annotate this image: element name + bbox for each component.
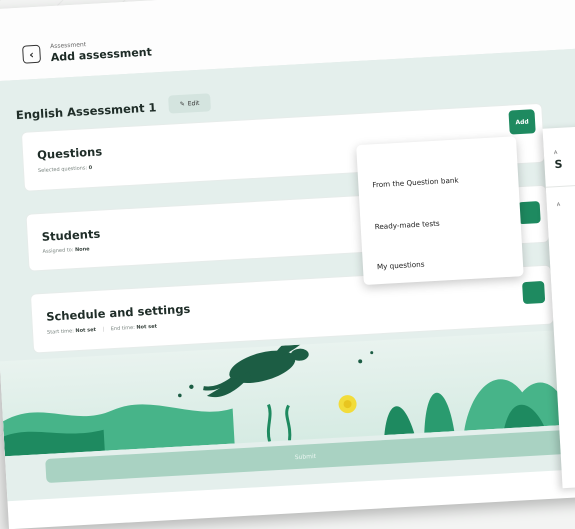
submit-label: Submit [294,452,317,461]
start-time-label: Start time: [46,328,75,336]
students-title: Students [41,226,101,244]
students-action-button[interactable] [517,201,541,225]
side-panel-label: A [556,201,561,209]
edit-label: Edit [187,99,200,108]
side-panel-breadcrumb: A [553,150,558,157]
chevron-left-icon: ‹ [28,47,35,61]
assigned-to-value: None [74,246,90,254]
add-questions-button[interactable]: Add [508,109,536,135]
start-time-value: Not set [75,327,97,335]
back-button[interactable]: ‹ [22,44,42,64]
questions-subtitle: Selected questions: 0 [38,165,92,174]
plant-icon [266,403,292,442]
selected-questions-count: 0 [88,164,93,172]
edit-button[interactable]: ✎ Edit [168,93,212,114]
schedule-title: Schedule and settings [45,301,191,324]
end-time-value: Not set [136,323,158,331]
questions-title: Questions [36,144,103,163]
schedule-action-button[interactable] [522,280,546,305]
pencil-icon: ✎ [179,100,185,108]
students-subtitle: Assigned to: None [42,246,89,255]
menu-item-ready-made-tests[interactable]: Ready-made tests [374,219,439,232]
flower-icon [338,395,357,414]
add-questions-menu: From the Question bank Ready-made tests … [356,136,524,285]
assigned-to-label: Assigned to: [42,247,74,255]
end-time-label: End time: [110,324,136,333]
side-panel-header: A S [542,122,575,188]
app-screen: ‹ Assessment Add assessment English Asse… [0,0,575,529]
side-panel-title: S [554,157,563,172]
menu-item-question-bank[interactable]: From the Question bank [372,176,459,190]
schedule-subtitle: Start time: Not set | End time: Not set [46,323,158,336]
selected-questions-label: Selected questions: [37,165,88,175]
menu-item-my-questions[interactable]: My questions [377,260,425,272]
